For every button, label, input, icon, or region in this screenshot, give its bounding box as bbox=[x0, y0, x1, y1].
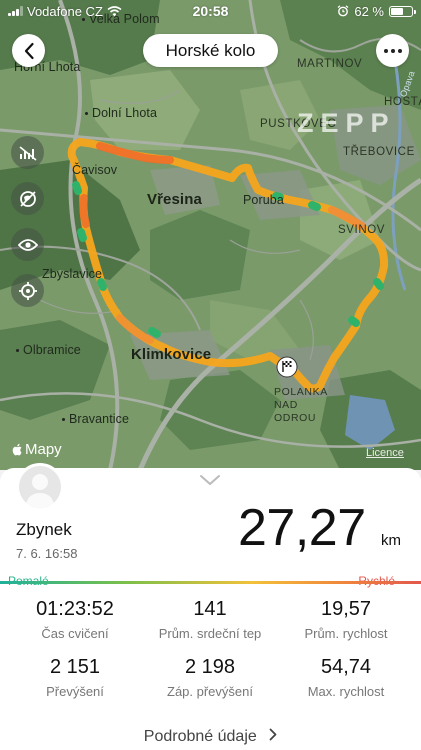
stat-max-speed: 54,74 Max. rychlost bbox=[276, 656, 416, 699]
status-right: 62 % bbox=[337, 3, 416, 19]
stat-label: Záp. převýšení bbox=[167, 684, 253, 699]
layer-off-icon bbox=[19, 190, 36, 207]
map-label: Klimkovice bbox=[131, 346, 212, 363]
speed-off-icon bbox=[18, 145, 37, 161]
chevron-right-icon bbox=[269, 728, 277, 741]
locate-icon bbox=[18, 281, 37, 300]
carrier: Vodafone CZ bbox=[8, 4, 337, 19]
map-label: HOŠŤÁLKOVICE bbox=[384, 96, 421, 108]
summary-sheet: Zbynek 7. 6. 16:58 27,27 km Pomalé Rychl… bbox=[0, 463, 421, 750]
route-map[interactable]: Velká Polom Horní Lhota MARTINOV Dolní L… bbox=[0, 0, 421, 470]
apple-logo-icon bbox=[12, 443, 22, 456]
map-label: POLANKA NAD ODROU bbox=[274, 386, 328, 424]
alarm-icon bbox=[337, 5, 349, 17]
stat-label: Prům. rychlost bbox=[304, 626, 388, 641]
map-label: Dolní Lhota bbox=[85, 106, 157, 120]
stat-value: 2 151 bbox=[49, 656, 101, 678]
map-label: Zbyslavice bbox=[42, 267, 103, 281]
finish-flag-icon bbox=[276, 356, 298, 378]
status-bar: Vodafone CZ 20:58 62 % bbox=[0, 0, 421, 22]
distance-value: 27,27 bbox=[238, 499, 366, 557]
battery-percent: 62 % bbox=[354, 3, 384, 19]
stat-value: 141 bbox=[193, 598, 227, 620]
locate-button[interactable] bbox=[11, 274, 44, 307]
ellipsis-icon bbox=[383, 48, 388, 53]
stat-duration: 01:23:52 Čas cvičení bbox=[5, 598, 145, 641]
map-label: Poruba bbox=[243, 193, 284, 207]
user-name: Zbynek bbox=[16, 520, 72, 539]
map-label: Bravantice bbox=[62, 412, 129, 426]
stat-value: 2 198 bbox=[184, 656, 236, 678]
chevron-left-icon bbox=[24, 42, 34, 59]
back-button[interactable] bbox=[12, 34, 45, 67]
stat-label: Prům. srdeční tep bbox=[158, 626, 262, 641]
carrier-name: Vodafone CZ bbox=[27, 3, 103, 19]
stat-value: 54,74 bbox=[320, 656, 372, 678]
map-label: Vřesina bbox=[147, 191, 202, 208]
apple-maps-label: Mapy bbox=[25, 441, 62, 458]
speed-gradient-bar bbox=[0, 581, 421, 584]
visibility-toggle[interactable] bbox=[11, 228, 44, 261]
stat-label: Max. rychlost bbox=[307, 684, 385, 699]
stat-avg-heart-rate: 141 Prům. srdeční tep bbox=[140, 598, 280, 641]
eye-icon bbox=[17, 238, 38, 251]
stat-avg-speed: 19,57 Prům. rychlost bbox=[276, 598, 416, 641]
map-label: MARTINOV bbox=[297, 58, 363, 70]
more-button[interactable] bbox=[376, 34, 409, 67]
stat-label: Převýšení bbox=[46, 684, 104, 699]
map-label: SVINOV bbox=[338, 224, 386, 236]
avatar[interactable] bbox=[16, 463, 64, 511]
battery-icon bbox=[389, 5, 416, 17]
stat-value: 01:23:52 bbox=[36, 598, 114, 620]
stat-elevation-loss: 2 198 Záp. převýšení bbox=[140, 656, 280, 699]
status-time: 20:58 bbox=[192, 3, 229, 19]
map-label: Olbramice bbox=[16, 343, 81, 357]
details-label: Podrobné údaje bbox=[143, 728, 257, 745]
details-link[interactable]: Podrobné údaje bbox=[0, 728, 421, 746]
zepp-watermark: ZEPP bbox=[297, 108, 396, 138]
distance-unit: km bbox=[381, 532, 401, 549]
stat-elevation-gain: 2 151 Převýšení bbox=[5, 656, 145, 699]
map-label: TŘEBOVICE bbox=[343, 146, 415, 158]
activity-type-title: Horské kolo bbox=[143, 34, 278, 67]
user-silhouette-icon bbox=[25, 474, 55, 508]
licence-link[interactable]: Licence bbox=[366, 447, 404, 459]
chevron-down-icon[interactable] bbox=[199, 474, 221, 486]
speed-layer-toggle[interactable] bbox=[11, 136, 44, 169]
map-layer-toggle[interactable] bbox=[11, 182, 44, 215]
map-label: Čavisov bbox=[72, 163, 118, 177]
stat-label: Čas cvičení bbox=[41, 626, 109, 641]
activity-date: 7. 6. 16:58 bbox=[16, 546, 78, 561]
wifi-icon bbox=[107, 5, 122, 16]
screen: Velká Polom Horní Lhota MARTINOV Dolní L… bbox=[0, 0, 421, 750]
stat-value: 19,57 bbox=[320, 598, 372, 620]
apple-maps-attribution: Mapy bbox=[12, 441, 62, 458]
map-tools bbox=[11, 136, 44, 320]
signal-icon bbox=[8, 6, 23, 16]
